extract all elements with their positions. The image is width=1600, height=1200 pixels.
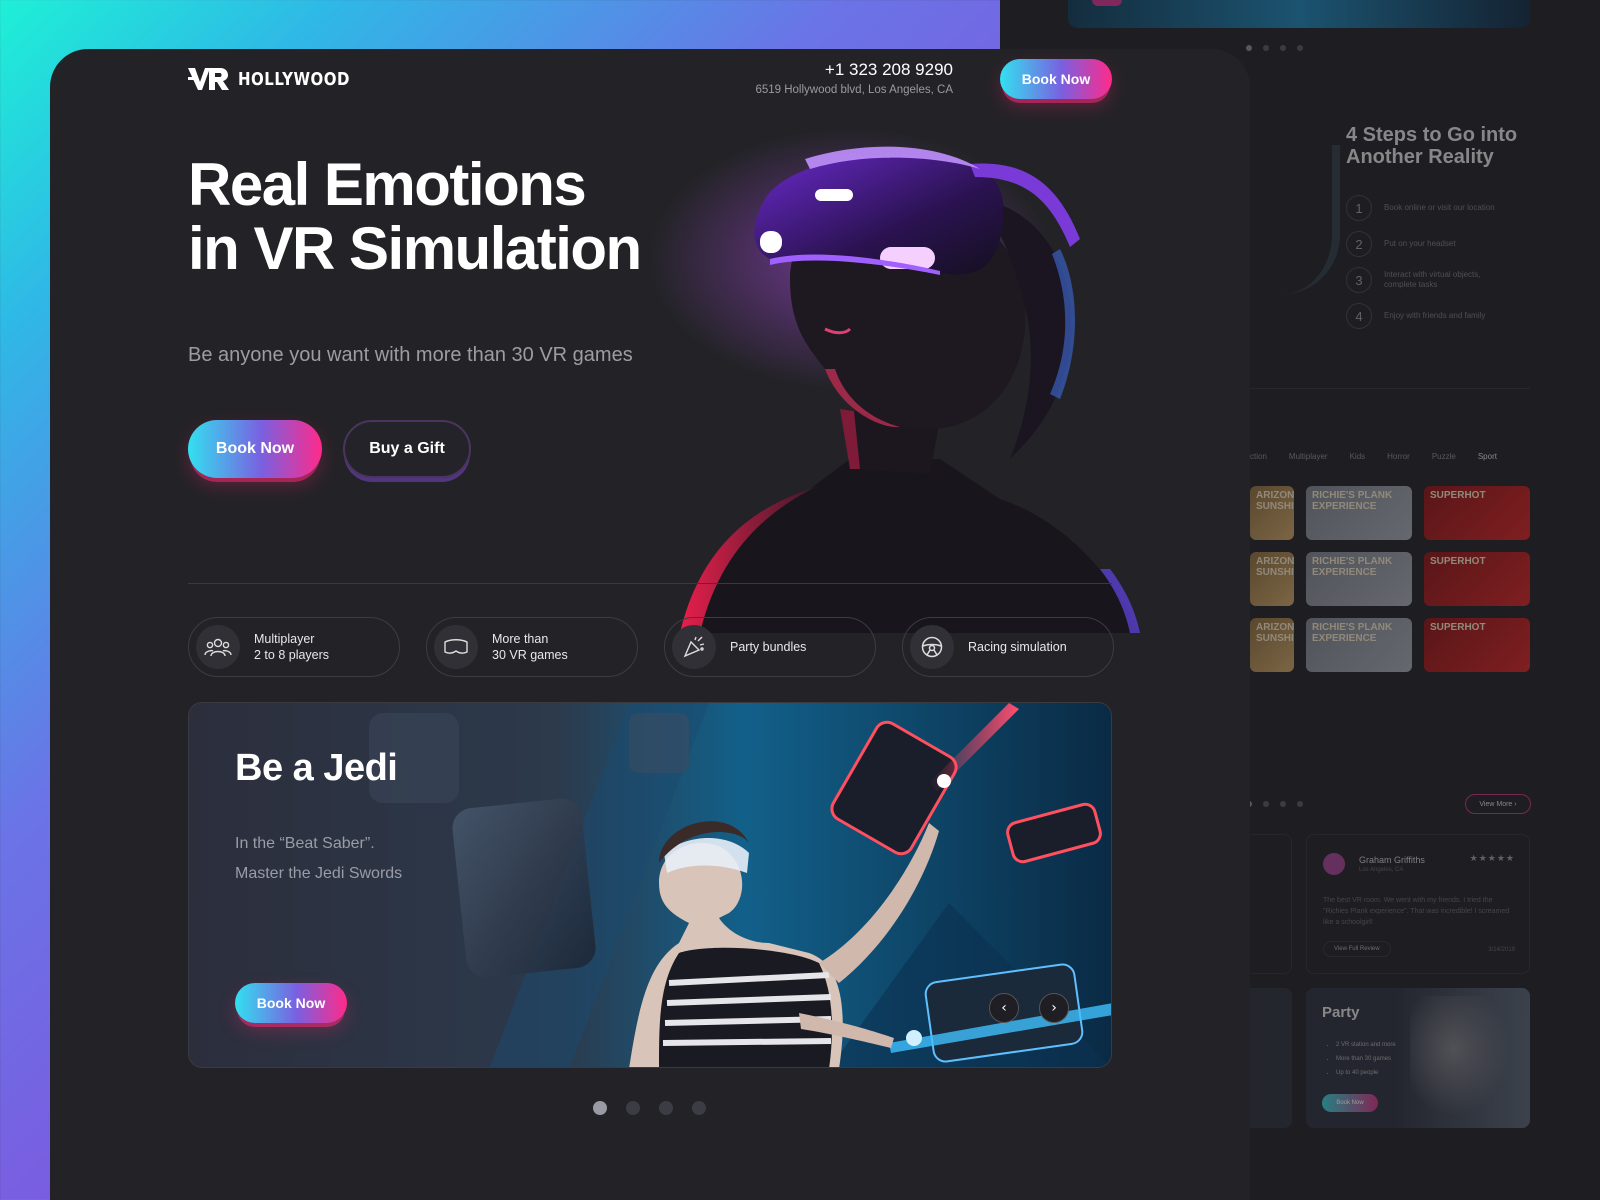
game-title: SUPERHOT <box>1430 490 1486 501</box>
feature-multiplayer: Multiplayer 2 to 8 players <box>188 617 400 677</box>
steps-title: 4 Steps to Go into Another Reality <box>1346 124 1518 168</box>
game-title: ARIZONA SUNSHINE <box>1256 556 1294 578</box>
preview-arm-image <box>1250 145 1340 295</box>
reviewer-name: Graham Griffiths <box>1359 855 1425 865</box>
pager-dot[interactable] <box>626 1101 640 1115</box>
feature-party: Party bundles <box>664 617 876 677</box>
steps-list: 1 Book online or visit our location 2 Put o… <box>1346 190 1514 334</box>
step-number: 4 <box>1346 303 1372 329</box>
header-book-button[interactable]: Book Now <box>1000 59 1112 99</box>
carousel-pager <box>593 1101 706 1115</box>
game-tile[interactable]: ARIZONA SUNSHINE <box>1250 618 1294 672</box>
avatar <box>1323 853 1345 875</box>
game-title: SUPERHOT <box>1430 556 1486 567</box>
game-tile[interactable]: RICHIE'S PLANK EXPERIENCE <box>1306 552 1412 606</box>
preview-top-image <box>1068 0 1530 28</box>
feature-label: More than 30 VR games <box>492 632 568 662</box>
view-full-review-button[interactable]: View Full Review <box>1323 941 1391 957</box>
feature-games: More than 30 VR games <box>426 617 638 677</box>
game-tile[interactable]: RICHIE'S PLANK EXPERIENCE <box>1306 618 1412 672</box>
buy-gift-button[interactable]: Buy a Gift <box>343 420 471 478</box>
hero-vr-person-image <box>650 129 1140 633</box>
hero-divider <box>188 583 1112 584</box>
review-date: 3/14/2019 <box>1488 947 1515 953</box>
feature-label: Racing simulation <box>968 640 1067 654</box>
category-tab[interactable]: Sport <box>1478 452 1497 461</box>
step-number: 2 <box>1346 231 1372 257</box>
game-tile[interactable]: SUPERHOT <box>1424 552 1530 606</box>
brand-name: HOLLYWOOD <box>238 68 350 90</box>
view-more-button[interactable]: View More › <box>1465 794 1531 814</box>
party-list: 2 VR station and more More than 30 games… <box>1336 1038 1396 1080</box>
step-item: 4 Enjoy with friends and family <box>1346 298 1514 334</box>
main-card: HOLLYWOOD +1 323 208 9290 6519 Hollywood… <box>50 49 1250 1200</box>
game-title: ARIZONA SUNSHINE <box>1256 490 1294 512</box>
reviewer-location: Los Angeles, CA <box>1359 867 1404 873</box>
review-text: The best VR room. We went with my friend… <box>1323 897 1510 926</box>
step-item: 1 Book online or visit our location <box>1346 190 1514 226</box>
party-card: Party 2 VR station and more More than 30… <box>1306 988 1530 1128</box>
category-tab[interactable]: Multiplayer <box>1289 452 1328 461</box>
party-card-partial <box>1250 988 1292 1128</box>
feature-label: Multiplayer 2 to 8 players <box>254 632 330 662</box>
feature-racing: Racing simulation <box>902 617 1114 677</box>
preview-top-button <box>1092 0 1122 6</box>
game-tile[interactable]: SUPERHOT <box>1424 486 1530 540</box>
step-text: Enjoy with friends and family <box>1384 311 1486 320</box>
phone-number[interactable]: +1 323 208 9290 <box>825 60 953 80</box>
game-tile[interactable]: SUPERHOT <box>1424 618 1530 672</box>
pager-dot[interactable] <box>659 1101 673 1115</box>
game-title: RICHIE'S PLANK EXPERIENCE <box>1312 556 1393 578</box>
logo[interactable]: HOLLYWOOD <box>188 66 350 92</box>
game-category-tabs: ction Multiplayer Kids Horror Puzzle Sport <box>1250 452 1497 461</box>
category-tab[interactable]: Horror <box>1387 452 1410 461</box>
category-tab[interactable]: Kids <box>1350 452 1366 461</box>
address: 6519 Hollywood blvd, Los Angeles, CA <box>755 84 953 96</box>
category-tab[interactable]: Puzzle <box>1432 452 1456 461</box>
game-tile[interactable]: ARIZONA SUNSHINE <box>1250 552 1294 606</box>
step-item: 2 Put on your headset <box>1346 226 1514 262</box>
pager-dot[interactable] <box>692 1101 706 1115</box>
step-number: 1 <box>1346 195 1372 221</box>
feature-label: Party bundles <box>730 640 807 654</box>
step-text: Put on your headset <box>1384 239 1456 248</box>
games-grid: ARIZONA SUNSHINE RICHIE'S PLANK EXPERIENC… <box>1250 486 1530 672</box>
hero-headline: Real Emotions in VR Simulation <box>188 151 642 282</box>
party-book-button[interactable]: Book Now <box>1322 1094 1378 1112</box>
party-popper-icon <box>672 625 716 669</box>
features-row: Multiplayer 2 to 8 players More than 30 … <box>188 617 1114 677</box>
category-tab[interactable]: ction <box>1250 452 1267 461</box>
game-title: RICHIE'S PLANK EXPERIENCE <box>1312 622 1393 644</box>
hero-book-button[interactable]: Book Now <box>188 420 322 478</box>
game-title: RICHIE'S PLANK EXPERIENCE <box>1312 490 1393 512</box>
banner-book-button[interactable]: Book Now <box>235 983 347 1023</box>
party-people-image <box>1410 996 1520 1128</box>
chevron-left-icon[interactable]: ‹ <box>989 993 1019 1023</box>
hero-subline: Be anyone you want with more than 30 VR … <box>188 344 633 366</box>
rating-stars: ★★★★★ <box>1469 853 1515 863</box>
preview-pager-mid <box>1246 801 1303 807</box>
banner-title: Be a Jedi <box>235 747 398 789</box>
group-icon <box>196 625 240 669</box>
game-tile[interactable]: ARIZONA SUNSHINE <box>1250 486 1294 540</box>
vr-logo-icon <box>188 68 229 90</box>
divider <box>1250 388 1530 389</box>
game-tile[interactable]: RICHIE'S PLANK EXPERIENCE <box>1306 486 1412 540</box>
preview-pager-top <box>1246 45 1303 51</box>
review-card: Graham Griffiths Los Angeles, CA ★★★★★ T… <box>1306 834 1530 974</box>
vr-headset-icon <box>434 625 478 669</box>
step-text: Interact with virtual objects, complete … <box>1384 270 1481 289</box>
promo-banner: Be a Jedi In the “Beat Saber”. Master th… <box>188 702 1112 1068</box>
game-title: SUPERHOT <box>1430 622 1486 633</box>
step-item: 3 Interact with virtual objects, complete… <box>1346 262 1514 298</box>
chevron-right-icon[interactable]: › <box>1039 993 1069 1023</box>
banner-description: In the “Beat Saber”. Master the Jedi Swo… <box>235 835 403 882</box>
step-number: 3 <box>1346 267 1372 293</box>
game-title: ARIZONA SUNSHINE <box>1256 622 1294 644</box>
review-card-partial <box>1250 834 1292 974</box>
party-title: Party <box>1322 1004 1360 1021</box>
pager-dot[interactable] <box>593 1101 607 1115</box>
step-text: Book online or visit our location <box>1384 203 1495 212</box>
steering-wheel-icon <box>910 625 954 669</box>
